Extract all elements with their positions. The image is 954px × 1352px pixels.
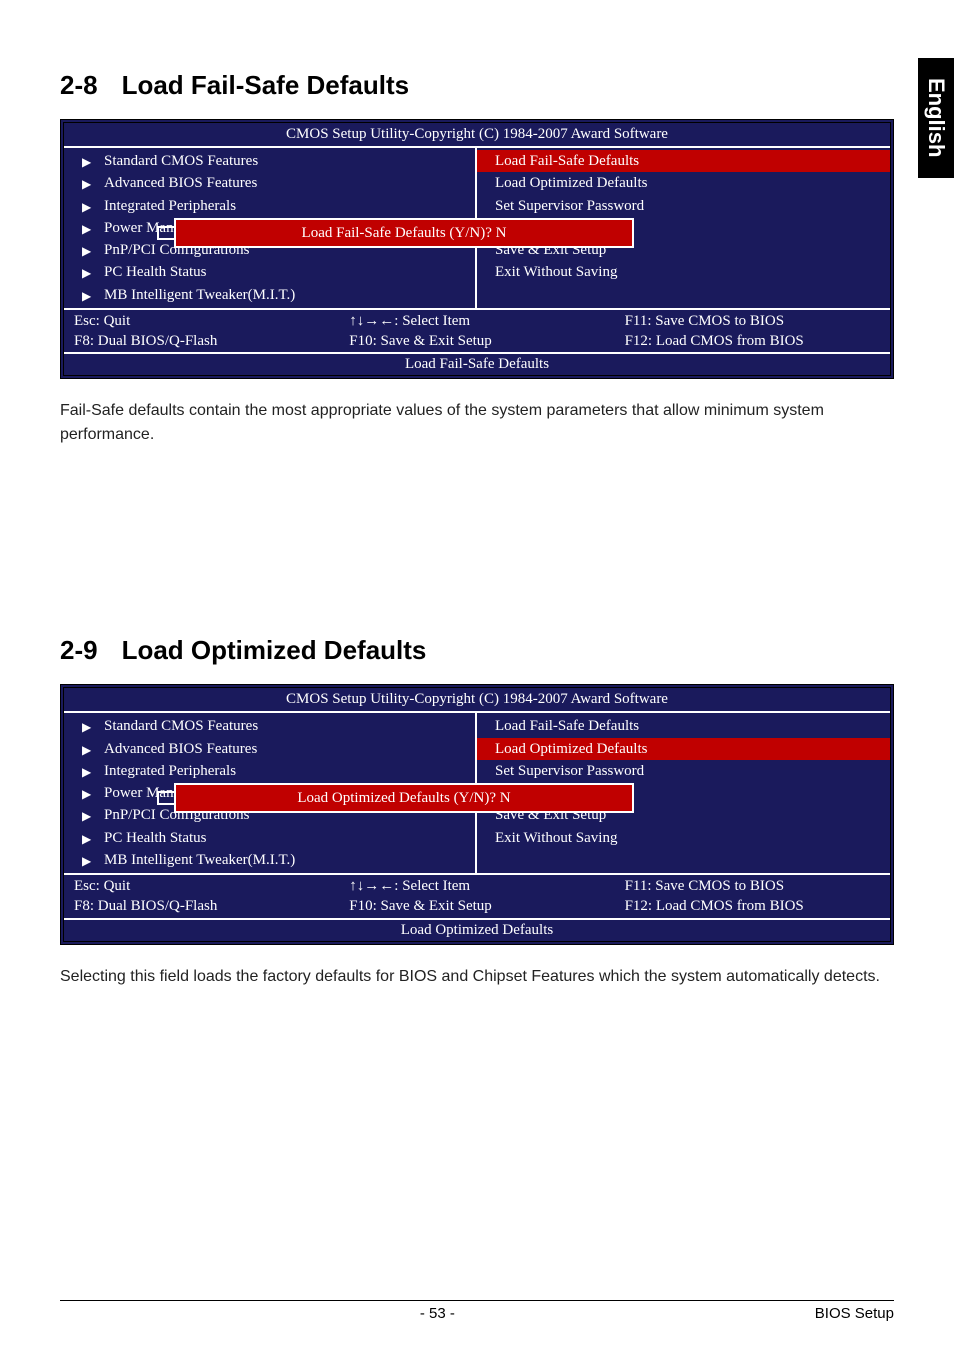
- caret-right-icon: ▶: [82, 265, 91, 281]
- help-right: F11: Save CMOS to BIOS F12: Load CMOS fr…: [615, 875, 890, 918]
- caret-right-icon: ▶: [82, 288, 91, 304]
- menu-item[interactable]: ▶ Advanced BIOS Features: [64, 738, 475, 760]
- bios-title: CMOS Setup Utility-Copyright (C) 1984-20…: [64, 688, 890, 713]
- bios-help-row: Esc: Quit F8: Dual BIOS/Q-Flash ↑↓→←: Se…: [64, 875, 890, 920]
- menu-item[interactable]: Set Supervisor Password: [477, 195, 890, 217]
- menu-item[interactable]: Set Supervisor Password: [477, 760, 890, 782]
- menu-item[interactable]: Exit Without Saving: [477, 827, 890, 849]
- menu-label: MB Intelligent Tweaker(M.I.T.): [104, 287, 295, 303]
- bios-footer: Load Optimized Defaults: [64, 920, 890, 941]
- menu-label: Load Fail-Safe Defaults: [495, 718, 639, 734]
- help-text: F10: Save & Exit Setup: [349, 896, 604, 916]
- menu-label: PC Health Status: [104, 830, 207, 846]
- menu-label: Exit Without Saving: [495, 830, 617, 846]
- help-text: F11: Save CMOS to BIOS: [625, 876, 880, 896]
- help-text: F8: Dual BIOS/Q-Flash: [74, 331, 329, 351]
- menu-label: Load Optimized Defaults: [495, 741, 647, 757]
- menu-item[interactable]: ▶ Integrated Peripherals: [64, 760, 475, 782]
- help-text: F12: Load CMOS from BIOS: [625, 896, 880, 916]
- menu-item[interactable]: ▶ Integrated Peripherals: [64, 195, 475, 217]
- menu-label: Set Supervisor Password: [495, 763, 644, 779]
- dialog-text: Load Fail-Safe Defaults (Y/N)? N: [302, 225, 507, 242]
- menu-label: Advanced BIOS Features: [104, 741, 257, 757]
- heading-2-9: 2-9 Load Optimized Defaults: [60, 635, 894, 666]
- menu-label: Set Supervisor Password: [495, 198, 644, 214]
- menu-label: Exit Without Saving: [495, 264, 617, 280]
- dialog-connector: [157, 791, 174, 805]
- help-text: F12: Load CMOS from BIOS: [625, 331, 880, 351]
- page-footer: - 53 - BIOS Setup: [60, 1300, 894, 1322]
- bios-menu-area: ▶ Standard CMOS Features ▶ Advanced BIOS F…: [64, 148, 890, 310]
- help-center: ↑↓→←: Select Item F10: Save & Exit Setup: [339, 875, 614, 918]
- menu-item-selected[interactable]: Load Optimized Defaults: [477, 738, 890, 760]
- menu-label: Integrated Peripherals: [104, 763, 236, 779]
- caret-right-icon: ▶: [82, 243, 91, 259]
- menu-item[interactable]: Exit Without Saving: [477, 261, 890, 283]
- menu-item[interactable]: ▶ PC Health Status: [64, 261, 475, 283]
- menu-item[interactable]: ▶ Standard CMOS Features: [64, 715, 475, 737]
- menu-item-selected[interactable]: Load Fail-Safe Defaults: [477, 150, 890, 172]
- section-29-body: Selecting this field loads the factory d…: [60, 965, 894, 989]
- caret-right-icon: ▶: [82, 808, 91, 824]
- help-text: Esc: Quit: [74, 876, 329, 896]
- menu-item[interactable]: ▶ Advanced BIOS Features: [64, 172, 475, 194]
- menu-item[interactable]: ▶ PC Health Status: [64, 827, 475, 849]
- menu-item[interactable]: ▶ Standard CMOS Features: [64, 150, 475, 172]
- menu-label: PC Health Status: [104, 264, 207, 280]
- caret-right-icon: ▶: [82, 199, 91, 215]
- menu-label: MB Intelligent Tweaker(M.I.T.): [104, 852, 295, 868]
- page-number: - 53 -: [60, 1305, 815, 1322]
- bios-footer: Load Fail-Safe Defaults: [64, 354, 890, 375]
- caret-right-icon: ▶: [82, 853, 91, 869]
- section-title: Load Fail-Safe Defaults: [122, 70, 410, 100]
- section-title: Load Optimized Defaults: [122, 635, 427, 665]
- menu-label: Load Fail-Safe Defaults: [495, 153, 639, 169]
- help-text: ↑↓→←: Select Item: [349, 876, 604, 896]
- caret-right-icon: ▶: [82, 719, 91, 735]
- caret-right-icon: ▶: [82, 764, 91, 780]
- menu-label: Standard CMOS Features: [104, 718, 258, 734]
- menu-label: Advanced BIOS Features: [104, 175, 257, 191]
- caret-right-icon: ▶: [82, 154, 91, 170]
- caret-right-icon: ▶: [82, 786, 91, 802]
- help-center: ↑↓→←: Select Item F10: Save & Exit Setup: [339, 310, 614, 353]
- help-text: F10: Save & Exit Setup: [349, 331, 604, 351]
- caret-right-icon: ▶: [82, 742, 91, 758]
- menu-item[interactable]: Load Fail-Safe Defaults: [477, 715, 890, 737]
- dialog-connector: [157, 226, 174, 240]
- menu-item[interactable]: ▶ MB Intelligent Tweaker(M.I.T.): [64, 284, 475, 306]
- menu-label: Standard CMOS Features: [104, 153, 258, 169]
- help-text: F11: Save CMOS to BIOS: [625, 311, 880, 331]
- bios-screen-29: CMOS Setup Utility-Copyright (C) 1984-20…: [60, 684, 894, 944]
- help-left: Esc: Quit F8: Dual BIOS/Q-Flash: [64, 875, 339, 918]
- bios-menu-area: ▶ Standard CMOS Features ▶ Advanced BIOS F…: [64, 713, 890, 875]
- heading-2-8: 2-8 Load Fail-Safe Defaults: [60, 70, 894, 101]
- help-text: ↑↓→←: Select Item: [349, 311, 604, 331]
- bios-screen-28: CMOS Setup Utility-Copyright (C) 1984-20…: [60, 119, 894, 379]
- dialog-text: Load Optimized Defaults (Y/N)? N: [297, 790, 510, 807]
- section-28-body: Fail-Safe defaults contain the most appr…: [60, 399, 894, 447]
- caret-right-icon: ▶: [82, 221, 91, 237]
- menu-item[interactable]: Load Optimized Defaults: [477, 172, 890, 194]
- confirm-dialog[interactable]: Load Optimized Defaults (Y/N)? N: [174, 783, 634, 813]
- help-left: Esc: Quit F8: Dual BIOS/Q-Flash: [64, 310, 339, 353]
- help-text: Esc: Quit: [74, 311, 329, 331]
- section-number: 2-9: [60, 635, 98, 665]
- caret-right-icon: ▶: [82, 831, 91, 847]
- section-number: 2-8: [60, 70, 98, 100]
- help-right: F11: Save CMOS to BIOS F12: Load CMOS fr…: [615, 310, 890, 353]
- menu-item[interactable]: ▶ MB Intelligent Tweaker(M.I.T.): [64, 849, 475, 871]
- footer-section: BIOS Setup: [815, 1305, 894, 1322]
- menu-label: Integrated Peripherals: [104, 198, 236, 214]
- caret-right-icon: ▶: [82, 176, 91, 192]
- confirm-dialog[interactable]: Load Fail-Safe Defaults (Y/N)? N: [174, 218, 634, 248]
- bios-title: CMOS Setup Utility-Copyright (C) 1984-20…: [64, 123, 890, 148]
- side-tab: English: [918, 58, 954, 178]
- menu-label: Load Optimized Defaults: [495, 175, 647, 191]
- bios-help-row: Esc: Quit F8: Dual BIOS/Q-Flash ↑↓→←: Se…: [64, 310, 890, 355]
- help-text: F8: Dual BIOS/Q-Flash: [74, 896, 329, 916]
